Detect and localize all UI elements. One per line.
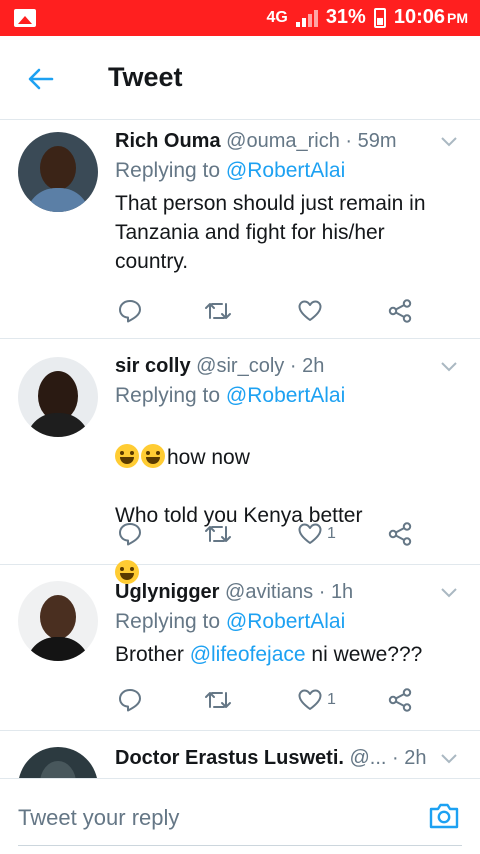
tweet-meta: sir colly @sir_coly · 2h: [115, 355, 460, 378]
retweet-button[interactable]: [203, 685, 233, 715]
heart-icon: [298, 523, 322, 544]
replying-to-mention[interactable]: @RobertAlai: [226, 610, 345, 633]
arrow-left-icon[interactable]: [26, 64, 56, 94]
tweet-actions: [115, 296, 415, 326]
grinning-emoji-icon: [141, 444, 165, 468]
like-button[interactable]: 1: [297, 519, 336, 549]
retweet-icon: [205, 692, 231, 708]
author-handle[interactable]: @...: [350, 747, 387, 769]
reply-input-underline: [18, 845, 462, 846]
share-button[interactable]: [387, 519, 413, 549]
avatar[interactable]: [18, 132, 98, 212]
tweet-text-prefix: Brother: [115, 643, 190, 666]
gallery-icon: [14, 9, 36, 27]
avatar[interactable]: [18, 747, 98, 778]
author-name[interactable]: Uglynigger: [115, 581, 219, 603]
reply-button[interactable]: [117, 685, 143, 715]
replying-to-label: Replying to: [115, 159, 221, 182]
app-header: Tweet: [0, 36, 480, 120]
tweet-actions: 1: [115, 685, 415, 715]
author-name[interactable]: Doctor Erastus Lusweti.: [115, 747, 344, 769]
reply-icon: [119, 523, 141, 546]
reply-icon: [119, 689, 141, 712]
share-button[interactable]: [387, 296, 413, 326]
tweet-mention-link[interactable]: @lifeofejace: [190, 643, 306, 666]
meta-separator: ·: [318, 581, 326, 603]
battery-icon: [373, 7, 386, 28]
tweet-item[interactable]: Doctor Erastus Lusweti. @... · 2h: [0, 731, 480, 778]
tweet-time: 59m: [357, 130, 397, 152]
meta-separator: ·: [345, 130, 353, 152]
clock-time: 10:06: [393, 6, 445, 28]
replying-to: Replying to @RobertAlai: [115, 159, 460, 183]
author-name[interactable]: sir colly: [115, 355, 191, 377]
retweet-button[interactable]: [203, 519, 233, 549]
meta-separator: ·: [289, 355, 297, 377]
like-button[interactable]: [297, 296, 327, 326]
battery-percent: 31%: [325, 6, 366, 28]
reply-input[interactable]: [18, 803, 408, 833]
page-title: Tweet: [108, 62, 183, 92]
tweet-time: 2h: [302, 355, 325, 377]
network-type: 4G: [266, 8, 288, 26]
tweet-text: That person should just remain in Tanzan…: [115, 192, 426, 273]
tweet-item[interactable]: Uglynigger @avitians · 1h Replying to @R…: [0, 565, 480, 731]
clock-ampm: PM: [447, 9, 468, 26]
author-handle[interactable]: @avitians: [225, 581, 313, 603]
author-name[interactable]: Rich Ouma: [115, 130, 221, 152]
signal-icon: [295, 9, 318, 27]
like-count: 1: [327, 525, 336, 542]
replying-to-label: Replying to: [115, 610, 221, 633]
reply-feed[interactable]: Rich Ouma @ouma_rich · 59m Replying to @…: [0, 120, 480, 778]
reply-composer: [0, 778, 480, 854]
camera-icon[interactable]: [428, 801, 460, 831]
tweet-time: 2h: [404, 747, 427, 769]
heart-icon: [298, 689, 322, 710]
tweet-meta: Uglynigger @avitians · 1h: [115, 581, 460, 604]
replying-to-mention[interactable]: @RobertAlai: [226, 384, 345, 407]
share-icon: [388, 522, 412, 546]
tweet-actions: 1: [115, 519, 415, 549]
tweet-meta: Rich Ouma @ouma_rich · 59m: [115, 130, 460, 153]
meta-separator: ·: [392, 747, 399, 769]
share-icon: [388, 299, 412, 323]
author-handle[interactable]: @ouma_rich: [226, 130, 340, 152]
replying-to-label: Replying to: [115, 384, 221, 407]
avatar[interactable]: [18, 357, 98, 437]
tweet-item[interactable]: Rich Ouma @ouma_rich · 59m Replying to @…: [0, 120, 480, 339]
chevron-down-icon[interactable]: [440, 753, 458, 765]
replying-to: Replying to @RobertAlai: [115, 384, 460, 408]
tweet-text-line: how now: [167, 446, 250, 469]
share-button[interactable]: [387, 685, 413, 715]
retweet-button[interactable]: [203, 296, 233, 326]
replying-to-mention[interactable]: @RobertAlai: [226, 159, 345, 182]
tweet-text: Brother @lifeofejace ni wewe???: [115, 640, 460, 669]
reply-button[interactable]: [117, 296, 143, 326]
tweet-meta: Doctor Erastus Lusweti. @... · 2h: [115, 747, 436, 770]
author-handle[interactable]: @sir_coly: [196, 355, 284, 377]
retweet-icon: [205, 303, 231, 319]
grinning-emoji-icon: [115, 444, 139, 468]
like-count: 1: [327, 691, 336, 708]
retweet-icon: [205, 526, 231, 542]
replying-to: Replying to @RobertAlai: [115, 610, 460, 634]
tweet-time: 1h: [330, 581, 354, 603]
share-icon: [388, 688, 412, 712]
like-button[interactable]: 1: [297, 685, 336, 715]
tweet-text-suffix: ni wewe???: [305, 643, 423, 666]
reply-icon: [119, 300, 141, 323]
tweet-item[interactable]: sir colly @sir_coly · 2h Replying to @Ro…: [0, 339, 480, 584]
heart-icon: [298, 300, 322, 321]
status-bar: 4G 31% 10:06 PM: [0, 0, 480, 36]
reply-button[interactable]: [117, 519, 143, 549]
avatar[interactable]: [18, 581, 98, 661]
